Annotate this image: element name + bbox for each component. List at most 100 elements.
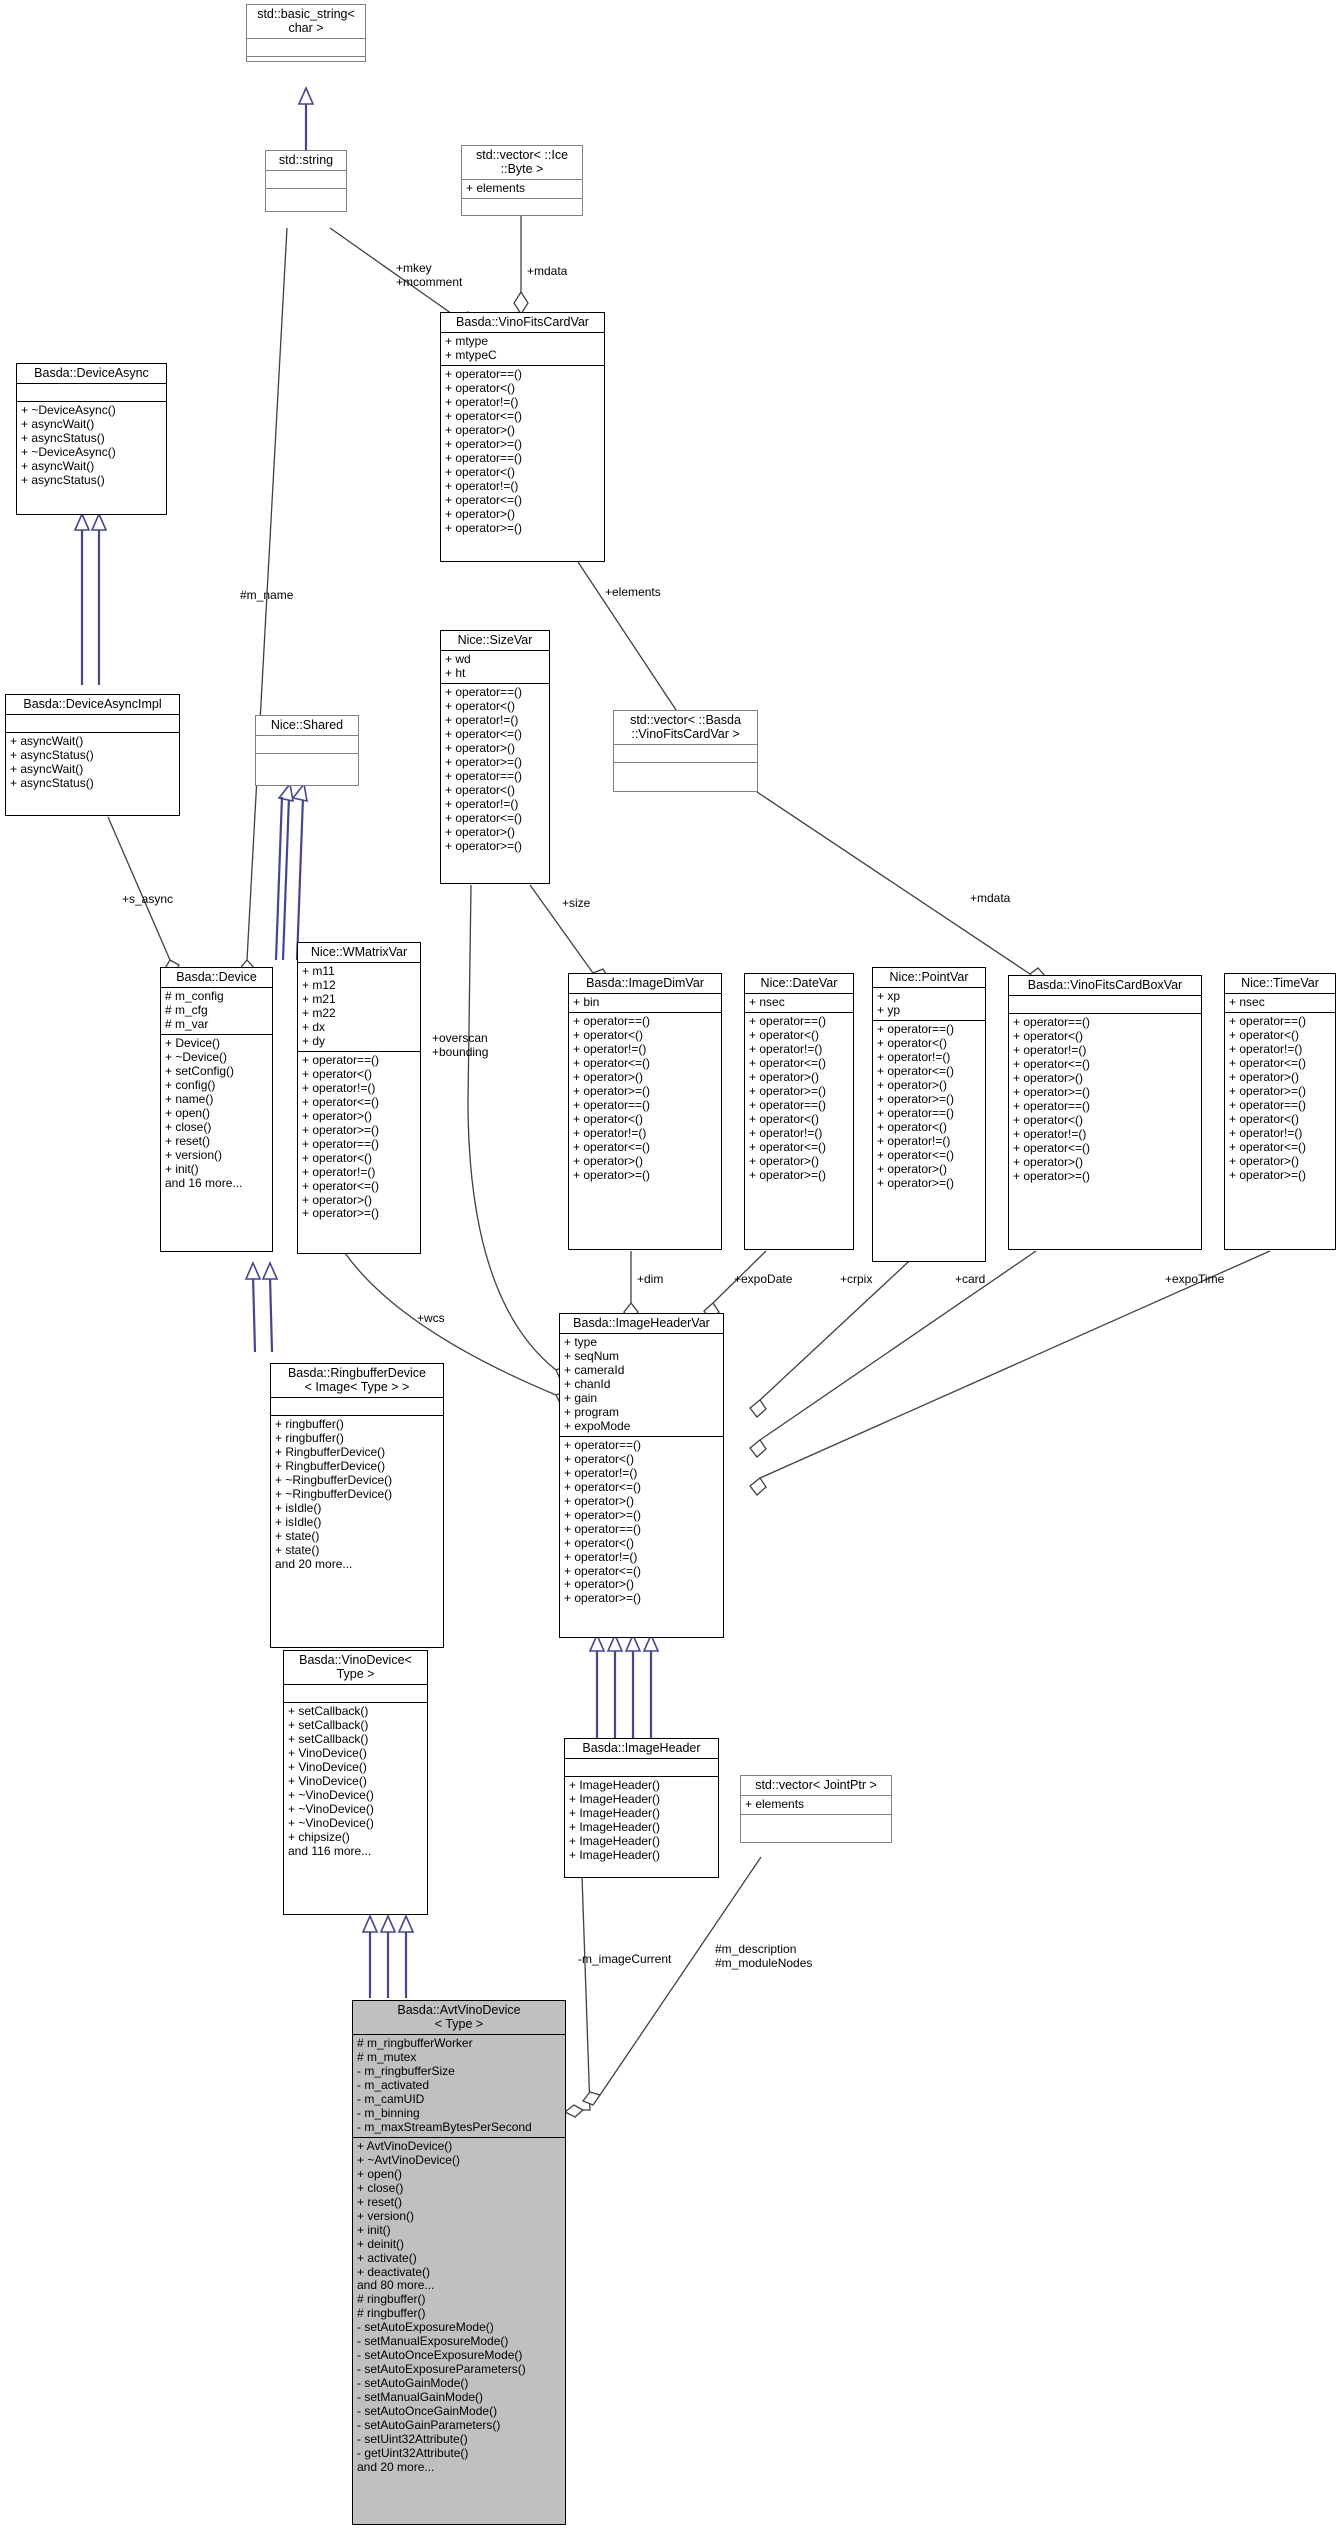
class-node-nice-shared[interactable]: Nice::Shared (255, 715, 359, 786)
class-attributes (1009, 996, 1201, 1014)
class-operations: + AvtVinoDevice() + ~AvtVinoDevice() + o… (357, 2138, 526, 2475)
class-title: std::string (266, 151, 346, 171)
edge-inherit-shared-extra (274, 796, 284, 961)
edge-assoc-vector-vinofitscardbox (756, 791, 1047, 985)
class-node-basda-vinofitscardboxvar[interactable]: Basda::VinoFitsCardBoxVar + operator==()… (1008, 975, 1202, 1250)
class-title: Basda::ImageHeaderVar (560, 1314, 723, 1334)
class-operations (256, 754, 358, 771)
class-node-basda-vinofitscardvar[interactable]: Basda::VinoFitsCardVar + mtype + mtypeC … (440, 312, 605, 562)
class-attributes: + mtype + mtypeC (441, 333, 604, 366)
class-node-std-vector-ice-byte[interactable]: std::vector< ::Ice ::Byte > + elements (461, 145, 583, 216)
class-node-nice-sizevar[interactable]: Nice::SizeVar + wd + ht + operator==() +… (440, 630, 550, 884)
class-title: std::basic_string< char > (247, 5, 365, 39)
class-title: Basda::VinoFitsCardVar (441, 313, 604, 333)
class-title: Nice::DateVar (745, 974, 853, 994)
class-attributes (284, 1685, 427, 1703)
class-attributes (247, 39, 365, 57)
edge-label-m-name: #m_name (240, 588, 294, 602)
edge-label-overscan-bounding: +overscan +bounding (432, 1031, 489, 1059)
class-attributes (614, 745, 757, 763)
edge-label-wcs: +wcs (417, 1311, 445, 1325)
class-node-basda-avtvinodevice[interactable]: Basda::AvtVinoDevice < Type > # m_ringbu… (352, 2000, 566, 2525)
class-node-basda-imagedimvar[interactable]: Basda::ImageDimVar + bin + operator==() … (568, 973, 722, 1250)
class-title: Nice::PointVar (873, 968, 985, 988)
class-operations: + ringbuffer() + ringbuffer() + Ringbuff… (275, 1417, 393, 1571)
edge-label-card: +card (955, 1272, 986, 1286)
class-title: Basda::ImageDimVar (569, 974, 721, 994)
class-attributes: + bin (569, 994, 721, 1013)
class-node-nice-pointvar[interactable]: Nice::PointVar + xp + yp + operator==() … (872, 967, 986, 1262)
class-attributes (565, 1759, 718, 1777)
edge-assoc-vectorbyte-vinofitscardvar (513, 216, 529, 316)
edge-label-expodate: +expoDate (734, 1272, 793, 1286)
class-operations: + operator==() + operator<() + operator!… (877, 1021, 955, 1190)
class-operations (462, 199, 582, 216)
class-operations: + operator==() + operator<() + operator!… (1013, 1015, 1091, 1183)
edge-assoc-string-device (237, 227, 288, 982)
edge-label-mdata-top: +mdata (527, 264, 568, 278)
edge-inherit-ringbufferdevice-device (244, 1261, 279, 1353)
edge-assoc-imageheader-avtvinodevice (563, 1875, 591, 2118)
edge-label-size: +size (562, 896, 591, 910)
edge-label-elements: +elements (605, 585, 661, 599)
class-node-nice-wmatrixvar[interactable]: Nice::WMatrixVar + m11 + m12 + m21 + m22… (297, 942, 421, 1254)
edge-label-crpix: +crpix (840, 1272, 873, 1286)
class-node-std-vector-jointptr[interactable]: std::vector< JointPtr > + elements (740, 1775, 892, 1843)
class-operations (614, 763, 757, 780)
class-operations: + operator==() + operator<() + operator!… (1229, 1013, 1307, 1182)
class-attributes: + wd + ht (441, 651, 549, 684)
class-node-basda-device[interactable]: Basda::Device # m_config # m_cfg # m_var… (160, 967, 273, 1252)
class-attributes: + nsec (1225, 994, 1335, 1013)
edge-assoc-sizevar-imageheadervar (467, 884, 572, 1382)
class-node-std-string[interactable]: std::string (265, 150, 347, 212)
class-node-nice-timevar[interactable]: Nice::TimeVar + nsec + operator==() + op… (1224, 973, 1336, 1250)
class-node-basda-deviceasyncimpl[interactable]: Basda::DeviceAsyncImpl + asyncWait() + a… (5, 694, 180, 816)
class-operations (266, 189, 346, 206)
class-title: Nice::TimeVar (1225, 974, 1335, 994)
class-attributes: + elements (741, 1796, 891, 1815)
class-operations (247, 57, 365, 74)
edge-assoc-imagedimvar-imageheadervar (623, 1251, 639, 1324)
class-title: Basda::Device (161, 968, 272, 988)
edge-label-m-imagecurrent: -m_imageCurrent (578, 1952, 672, 1966)
edge-inherit-avtvinodevice-vinodevice (361, 1914, 415, 1998)
edge-label-mkey: +mkey +mcomment (396, 261, 463, 289)
class-title: Nice::Shared (256, 716, 358, 736)
class-title: std::vector< ::Basda ::VinoFitsCardVar > (614, 711, 757, 745)
class-operations: + operator==() + operator<() + operator!… (573, 1013, 651, 1182)
class-attributes: # m_config # m_cfg # m_var (161, 988, 272, 1035)
class-node-basda-imageheadervar[interactable]: Basda::ImageHeaderVar + type + seqNum + … (559, 1313, 724, 1638)
class-operations: + asyncWait() + asyncStatus() + asyncWai… (10, 734, 94, 790)
class-attributes (271, 1398, 443, 1416)
class-node-std-basic-string[interactable]: std::basic_string< char > (246, 4, 366, 62)
class-node-std-vector-vinofitscardvar[interactable]: std::vector< ::Basda ::VinoFitsCardVar > (613, 710, 758, 792)
class-operations: + operator==() + operator<() + operator!… (302, 1052, 380, 1221)
class-operations: + operator==() + operator<() + operator!… (445, 366, 523, 535)
edge-label-mdata-right: +mdata (970, 891, 1011, 905)
class-diagram-canvas: std::basic_string< char > std::string st… (0, 0, 1343, 2537)
class-operations: + setCallback() + setCallback() + setCal… (288, 1704, 374, 1858)
edge-assoc-vectorjointptr-avtvinodevice (581, 1856, 762, 2106)
class-node-basda-ringbufferdevice[interactable]: Basda::RingbufferDevice < Image< Type > … (270, 1363, 444, 1648)
class-operations: + operator==() + operator<() + operator!… (564, 1437, 642, 1606)
class-attributes (256, 736, 358, 754)
class-title: Basda::VinoFitsCardBoxVar (1009, 976, 1201, 996)
class-title: Nice::WMatrixVar (298, 943, 420, 963)
class-operations: + ImageHeader() + ImageHeader() + ImageH… (569, 1778, 661, 1862)
edge-inherit-device-shared (277, 782, 308, 961)
class-attributes (17, 384, 166, 402)
class-node-basda-imageheader[interactable]: Basda::ImageHeader + ImageHeader() + Ima… (564, 1738, 719, 1878)
class-title: Basda::RingbufferDevice < Image< Type > … (271, 1364, 443, 1398)
class-node-basda-deviceasync[interactable]: Basda::DeviceAsync + ~DeviceAsync() + as… (16, 363, 167, 515)
class-operations: + operator==() + operator<() + operator!… (445, 684, 523, 853)
edge-inherit-string-basicstring (297, 86, 315, 150)
class-node-nice-datevar[interactable]: Nice::DateVar + nsec + operator==() + op… (744, 973, 854, 1250)
class-attributes: + elements (462, 180, 582, 199)
class-attributes: + type + seqNum + cameraId + chanId + ga… (560, 1334, 723, 1437)
edge-assoc-vinofitscardbox-imageheadervar (749, 1250, 1037, 1458)
edge-label-m-description: #m_description #m_moduleNodes (715, 1942, 813, 1970)
class-title: Basda::AvtVinoDevice < Type > (353, 2001, 565, 2035)
class-attributes (6, 715, 179, 733)
class-node-basda-vinodevice[interactable]: Basda::VinoDevice< Type > + setCallback(… (283, 1650, 428, 1915)
class-attributes: + nsec (745, 994, 853, 1013)
